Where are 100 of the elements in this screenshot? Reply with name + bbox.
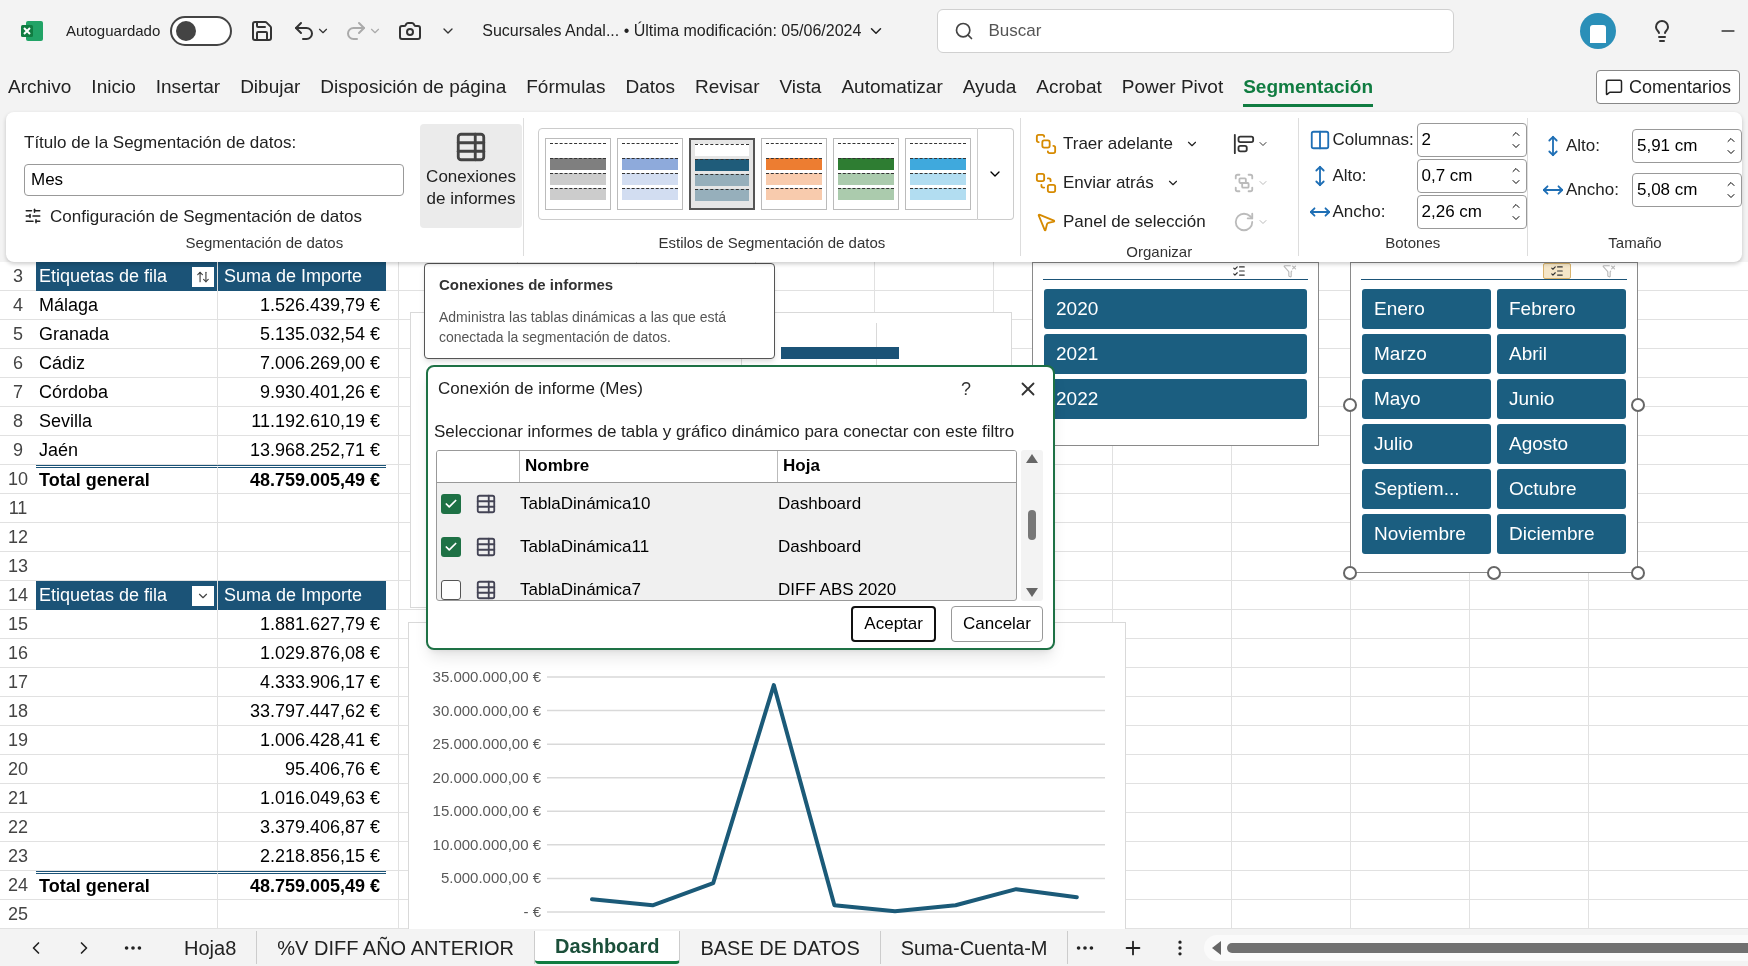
rotate-icon xyxy=(1232,210,1255,233)
caption-field[interactable]: Mes xyxy=(24,163,404,196)
total-label-cell: Total general xyxy=(36,465,218,494)
menu-tab[interactable]: Archivo xyxy=(8,66,72,108)
arrange-button[interactable]: Traer adelante xyxy=(1034,124,1225,163)
resize-handle[interactable] xyxy=(1487,566,1501,580)
value-cell: 1.881.627,79 € xyxy=(218,610,386,639)
horizontal-scrollbar[interactable] xyxy=(1204,934,1748,961)
slicer-item[interactable]: 2021 xyxy=(1044,334,1307,374)
menu-tab[interactable]: Insertar xyxy=(155,66,221,108)
pivot-header-cell: Suma de Importe xyxy=(218,581,386,610)
menu-tab[interactable]: Revisar xyxy=(695,66,760,108)
avatar[interactable] xyxy=(1580,13,1616,49)
menu-tab[interactable]: Acrobat xyxy=(1036,66,1102,108)
slicer-item[interactable]: Junio xyxy=(1497,379,1626,419)
filter-dropdown[interactable] xyxy=(192,585,214,606)
search-field[interactable]: Buscar xyxy=(937,9,1455,53)
column-header[interactable]: Nombre xyxy=(520,450,778,482)
spinner-field[interactable]: 0,7 cm xyxy=(1416,159,1527,193)
report-row[interactable]: TablaDinámica10 Dashboard xyxy=(437,482,1017,526)
slicer-style-swatch[interactable] xyxy=(688,138,755,210)
row-number: 23 xyxy=(0,842,36,871)
slicer-item[interactable]: Febrero xyxy=(1497,289,1626,329)
check-icon xyxy=(444,497,458,511)
slicer-style-swatch[interactable] xyxy=(904,138,971,210)
checkbox[interactable] xyxy=(441,580,461,600)
pivot-header-cell: Etiquetas de fila xyxy=(36,581,218,610)
resize-handle[interactable] xyxy=(1343,398,1357,412)
list-scrollbar[interactable] xyxy=(1021,449,1043,601)
row-number: 24 xyxy=(0,871,36,900)
menu-tab[interactable]: Power Pivot xyxy=(1121,66,1224,108)
slicer-item[interactable]: Abril xyxy=(1497,334,1626,374)
spinner-field[interactable]: 5,91 cm xyxy=(1632,129,1742,163)
slicer-item[interactable]: Octubre xyxy=(1497,469,1626,509)
sheet-tab[interactable]: Dashboard xyxy=(534,931,681,964)
app-logo-icon xyxy=(20,19,44,43)
dialog-button[interactable]: Cancelar xyxy=(950,605,1043,642)
menu-tab[interactable]: Segmentación xyxy=(1243,66,1374,108)
dialog-button[interactable]: Aceptar xyxy=(851,605,936,642)
menu-tab[interactable]: Fórmulas xyxy=(526,66,606,108)
slicer-item[interactable]: Agosto xyxy=(1497,424,1626,464)
resize-handle[interactable] xyxy=(1631,566,1645,580)
document-title[interactable]: Sucursales Andal... • Última modificación: 05/06/2024 xyxy=(482,19,886,43)
slicer-item[interactable]: Marzo xyxy=(1362,334,1491,374)
save-icon[interactable] xyxy=(250,19,275,43)
column-header[interactable]: Hoja xyxy=(778,450,1017,482)
spinner-field[interactable]: 2 xyxy=(1416,123,1527,157)
arrange-button[interactable]: Enviar atrás xyxy=(1034,163,1225,202)
resize-handle[interactable] xyxy=(1631,398,1645,412)
menu-tab[interactable]: Datos xyxy=(625,66,676,108)
slicer-item[interactable]: Enero xyxy=(1362,289,1491,329)
value-cell: 1.029.876,08 € xyxy=(218,639,386,668)
spinner-field[interactable]: 2,26 cm xyxy=(1416,195,1527,229)
slicer-item[interactable]: Mayo xyxy=(1362,379,1491,419)
group-label: Estilos de Segmentación de datos xyxy=(657,233,887,253)
arrange-button[interactable]: Panel de selección xyxy=(1034,202,1225,241)
row-number: 19 xyxy=(0,726,36,755)
help-button[interactable]: ? xyxy=(951,375,981,403)
resize-handle[interactable] xyxy=(1343,566,1357,580)
slicer-item[interactable]: 2020 xyxy=(1044,289,1307,329)
filter-dropdown[interactable] xyxy=(192,266,214,287)
slicer-style-swatch[interactable] xyxy=(544,138,611,210)
menu-tab[interactable]: Inicio xyxy=(91,66,136,108)
autosave-label: Autoguardado xyxy=(66,20,161,41)
field-label: Columnas: xyxy=(1332,129,1415,152)
menu-tab[interactable]: Disposición de página xyxy=(320,66,507,108)
report-connections-button[interactable]: Conexiones de informes xyxy=(420,124,522,228)
sheet-tab[interactable]: Suma-Cuenta-M xyxy=(880,931,1069,964)
slicer-style-swatch[interactable] xyxy=(832,138,899,210)
multi-select-button[interactable] xyxy=(1543,263,1571,279)
sheet-tab[interactable]: Hoja8 xyxy=(164,931,258,964)
spinner-field[interactable]: 5,08 cm xyxy=(1632,173,1742,207)
autosave-toggle[interactable] xyxy=(170,16,233,46)
sheet-tab[interactable]: %V DIFF AÑO ANTERIOR xyxy=(257,931,535,964)
slicer-item[interactable]: Julio xyxy=(1362,424,1491,464)
checkbox[interactable] xyxy=(441,537,461,557)
total-value-cell: 48.759.005,49 € xyxy=(218,465,386,494)
checkbox[interactable] xyxy=(441,494,461,514)
slicer-item[interactable]: Noviembre xyxy=(1362,514,1491,554)
total-value-cell: 48.759.005,49 € xyxy=(218,871,386,900)
menu-tab[interactable]: Vista xyxy=(779,66,822,108)
slicer-style-swatch[interactable] xyxy=(616,138,683,210)
slicer-style-swatch[interactable] xyxy=(760,138,827,210)
report-row[interactable]: TablaDinámica11 Dashboard xyxy=(437,525,1017,569)
search-input[interactable]: Buscar xyxy=(988,18,1438,44)
comments-button[interactable]: Comentarios xyxy=(1595,70,1740,104)
report-name: TablaDinámica10 xyxy=(520,493,652,516)
row-number: 18 xyxy=(0,697,36,726)
menu-tab[interactable]: Dibujar xyxy=(240,66,301,108)
slicer-item[interactable]: Diciembre xyxy=(1497,514,1626,554)
menu-tab[interactable]: Ayuda xyxy=(962,66,1017,108)
row-number: 11 xyxy=(0,494,36,523)
slicer-settings-button[interactable]: Configuración de Segmentación de datos xyxy=(24,203,404,229)
sheet-tab[interactable]: BASE DE DATOS xyxy=(680,931,881,964)
camera-icon[interactable] xyxy=(398,19,423,43)
field-label: Alto: xyxy=(1566,135,1601,158)
report-row[interactable]: TablaDinámica7 DIFF ABS 2020 xyxy=(437,568,1017,600)
slicer-item[interactable]: Septiem... xyxy=(1362,469,1491,509)
menu-tab[interactable]: Automatizar xyxy=(841,66,943,108)
group-icon xyxy=(1232,171,1255,194)
